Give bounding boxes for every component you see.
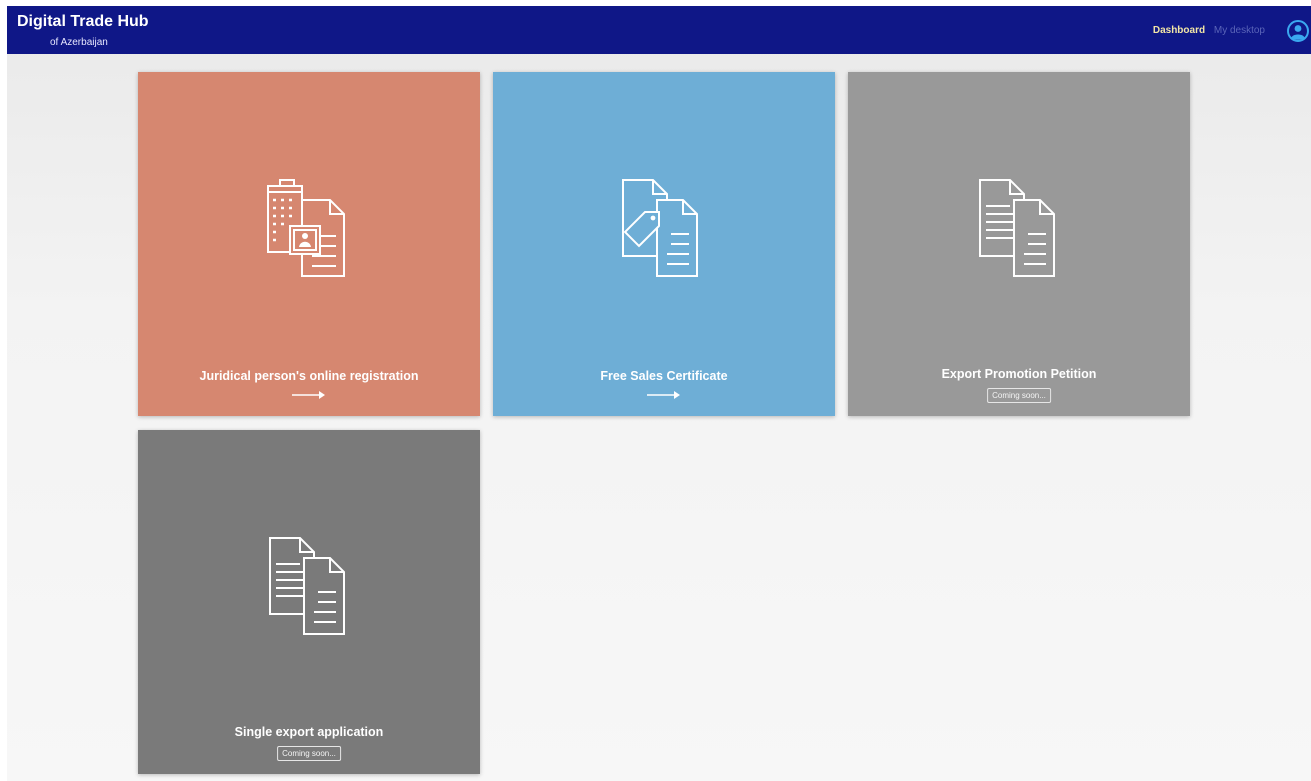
top-bar: Digital Trade Hub of Azerbaijan Dashboar… [7,6,1311,54]
building-document-icon [267,179,345,277]
app-frame: Digital Trade Hub of Azerbaijan Dashboar… [7,6,1311,781]
app-title[interactable]: Digital Trade Hub [17,13,149,31]
coming-soon-badge: Coming soon... [987,388,1051,403]
tile-single-export-application[interactable]: Single export application Coming soon... [138,430,480,774]
app-subtitle: of Azerbaijan [50,37,108,48]
tag-document-icon [622,179,698,277]
tile-label: Single export application [234,725,384,739]
tile-label: Juridical person's online registration [199,369,419,383]
tile-juridical-registration[interactable]: Juridical person's online registration [138,72,480,416]
tile-label: Free Sales Certificate [600,369,728,383]
documents-icon [979,179,1055,277]
tile-export-promotion-petition[interactable]: Export Promotion Petition Coming soon... [848,72,1190,416]
arrow-right-icon[interactable] [292,390,326,400]
documents-icon [269,537,345,635]
tile-label: Export Promotion Petition [941,367,1097,381]
nav-dashboard-link[interactable]: Dashboard [1153,25,1205,36]
top-nav: Dashboard My desktop [1153,25,1265,36]
user-profile-icon[interactable] [1287,20,1309,42]
arrow-right-icon[interactable] [647,390,681,400]
tile-free-sales-certificate[interactable]: Free Sales Certificate [493,72,835,416]
coming-soon-badge: Coming soon... [277,746,341,761]
nav-my-desktop-link[interactable]: My desktop [1214,25,1265,36]
